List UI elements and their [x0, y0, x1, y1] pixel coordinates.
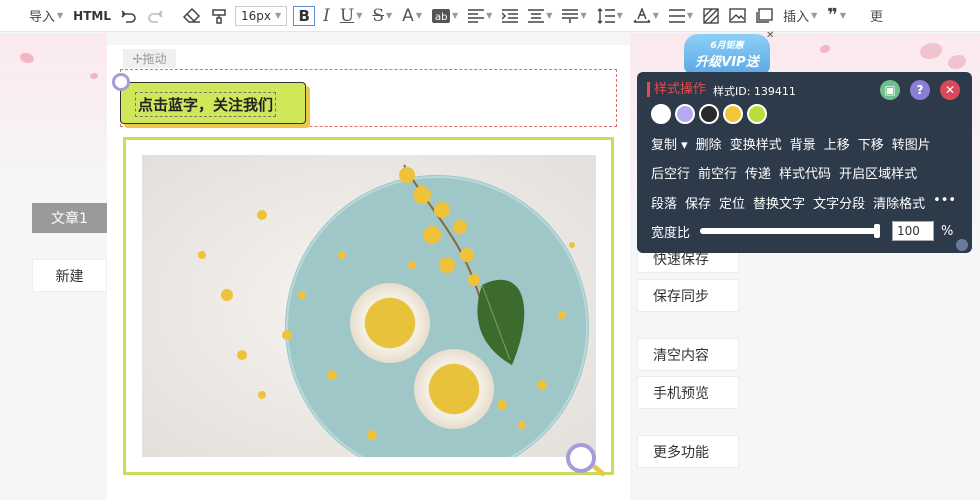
- import-menu[interactable]: 导入 ▼: [24, 0, 68, 32]
- color-swatch[interactable]: [699, 104, 719, 124]
- petal-decoration: [18, 50, 36, 66]
- letter-spacing-icon[interactable]: ▼: [628, 0, 664, 32]
- style-action-row1-5[interactable]: 下移: [858, 134, 884, 153]
- style-action-row3-4[interactable]: 文字分段: [813, 193, 865, 212]
- close-icon[interactable]: ✕: [940, 80, 960, 100]
- style-action-row3-5[interactable]: 清除格式: [873, 193, 925, 212]
- resize-handle-icon[interactable]: [956, 239, 968, 251]
- svg-text:ab: ab: [435, 12, 447, 23]
- clear-content-button[interactable]: 清空内容: [637, 338, 739, 371]
- drag-handle[interactable]: ✢拖动: [123, 49, 176, 68]
- style-action-row1-6[interactable]: 转图片: [892, 134, 931, 153]
- style-action-row2-4[interactable]: 开启区域样式: [839, 163, 917, 182]
- editor-toolbar: 导入 ▼ HTML 16px ▼ B I U ▼ S ▼ A ▼ ab ▼ ▼ ▼ ▼ ▼ …: [0, 0, 980, 32]
- spacing-after-icon[interactable]: ▼: [557, 0, 591, 32]
- redo-icon[interactable]: [142, 0, 168, 32]
- strikethrough-icon[interactable]: S ▼: [367, 0, 397, 32]
- undo-icon[interactable]: [116, 0, 142, 32]
- line-height-icon[interactable]: ▼: [592, 0, 628, 32]
- slider-knob[interactable]: [874, 224, 881, 238]
- toolbar-more-text: 更: [869, 10, 883, 25]
- italic-icon[interactable]: I: [318, 0, 335, 32]
- font-color-icon[interactable]: A ▼: [397, 0, 427, 32]
- follow-banner[interactable]: 点击蓝字，关注我们: [120, 82, 306, 124]
- style-action-row1-1[interactable]: 删除: [696, 134, 722, 153]
- tab-article-1[interactable]: 文章1: [32, 203, 107, 233]
- vip-promo-top-text: 6月钜惠: [710, 41, 744, 51]
- color-swatch[interactable]: [675, 104, 695, 124]
- new-article-button[interactable]: 新建: [32, 259, 107, 292]
- width-ratio-slider[interactable]: [700, 224, 881, 238]
- format-painter-icon[interactable]: [206, 0, 232, 32]
- content-photo[interactable]: [142, 155, 596, 457]
- panel-title: 样式操作: [647, 82, 706, 97]
- follow-banner-text: 点击蓝字，关注我们: [135, 92, 277, 117]
- eraser-icon[interactable]: [178, 0, 206, 32]
- style-action-row1-2[interactable]: 变换样式: [730, 134, 782, 153]
- image-icon[interactable]: [724, 0, 751, 32]
- width-ratio-row: 宽度比 100 %: [651, 221, 953, 241]
- save-sync-button[interactable]: 保存同步: [637, 279, 739, 312]
- style-action-row2-0[interactable]: 后空行: [651, 163, 690, 182]
- paragraph-spacing-icon[interactable]: ▼: [523, 0, 557, 32]
- indent-icon[interactable]: [497, 0, 523, 32]
- help-icon[interactable]: ?: [910, 80, 930, 100]
- image-icon[interactable]: ▣: [880, 80, 900, 100]
- style-action-row3-6[interactable]: •••: [933, 193, 956, 212]
- style-action-row3-2[interactable]: 定位: [719, 193, 745, 212]
- vip-promo-main-text: 升级VIP送: [695, 55, 759, 70]
- decorative-ring-icon: [112, 73, 130, 91]
- petal-decoration: [820, 45, 830, 53]
- color-swatch[interactable]: [723, 104, 743, 124]
- insert-menu[interactable]: 插入 ▼: [778, 0, 822, 32]
- zoom-handle-icon[interactable]: [566, 443, 596, 473]
- style-action-row2-2[interactable]: 传递: [745, 163, 771, 182]
- action-row-3: 段落 保存 定位 替换文字 文字分段 清除格式 •••: [651, 193, 956, 212]
- multi-image-icon[interactable]: [751, 0, 778, 32]
- html-button[interactable]: HTML: [68, 0, 116, 32]
- width-ratio-input[interactable]: 100: [892, 221, 935, 241]
- bold-icon: B: [298, 6, 310, 25]
- color-swatch[interactable]: [747, 104, 767, 124]
- underline-icon[interactable]: U ▼: [335, 0, 367, 32]
- mobile-preview-button[interactable]: 手机预览: [637, 376, 739, 409]
- style-action-row3-0[interactable]: 段落: [651, 193, 677, 212]
- horizontal-rule-icon[interactable]: ▼: [664, 0, 698, 32]
- bold-button[interactable]: B: [293, 5, 316, 26]
- width-ratio-label: 宽度比: [651, 225, 691, 241]
- width-unit-label: %: [941, 223, 954, 239]
- style-action-row2-3[interactable]: 样式代码: [779, 163, 831, 182]
- style-action-row1-4[interactable]: 上移: [824, 134, 850, 153]
- vip-promo-banner[interactable]: 6月钜惠 升级VIP送: [684, 34, 770, 74]
- petal-decoration: [920, 43, 942, 59]
- action-row-1: 复制 ▾ 删除 变换样式 背景 上移 下移 转图片: [651, 134, 931, 153]
- slider-fill: [700, 228, 881, 234]
- style-action-row3-1[interactable]: 保存: [685, 193, 711, 212]
- petal-decoration: [90, 73, 98, 79]
- align-icon[interactable]: ▼: [463, 0, 497, 32]
- style-id-label: 样式ID: 139411: [713, 85, 796, 98]
- separator: [168, 0, 178, 32]
- background-color-icon[interactable]: ab ▼: [427, 0, 463, 32]
- action-row-2: 后空行 前空行 传递 样式代码 开启区域样式: [651, 163, 917, 182]
- petal-decoration: [948, 55, 966, 69]
- style-operations-panel: 样式操作 样式ID: 139411 ▣ ? ✕ 复制 ▾ 删除 变换样式 背景 上移 下移…: [637, 72, 972, 253]
- pattern-icon[interactable]: [698, 0, 724, 32]
- style-action-row1-3[interactable]: 背景: [790, 134, 816, 153]
- font-size-select[interactable]: 16px ▼: [235, 5, 288, 26]
- quote-icon[interactable]: ❞ ▼: [822, 0, 851, 32]
- style-action-row3-3[interactable]: 替换文字: [753, 193, 805, 212]
- more-functions-button[interactable]: 更多功能: [637, 435, 739, 468]
- style-action-row1-0[interactable]: 复制 ▾: [651, 134, 688, 153]
- color-swatch[interactable]: [651, 104, 671, 124]
- vip-close-icon[interactable]: ✕: [766, 30, 774, 41]
- style-action-row2-1[interactable]: 前空行: [698, 163, 737, 182]
